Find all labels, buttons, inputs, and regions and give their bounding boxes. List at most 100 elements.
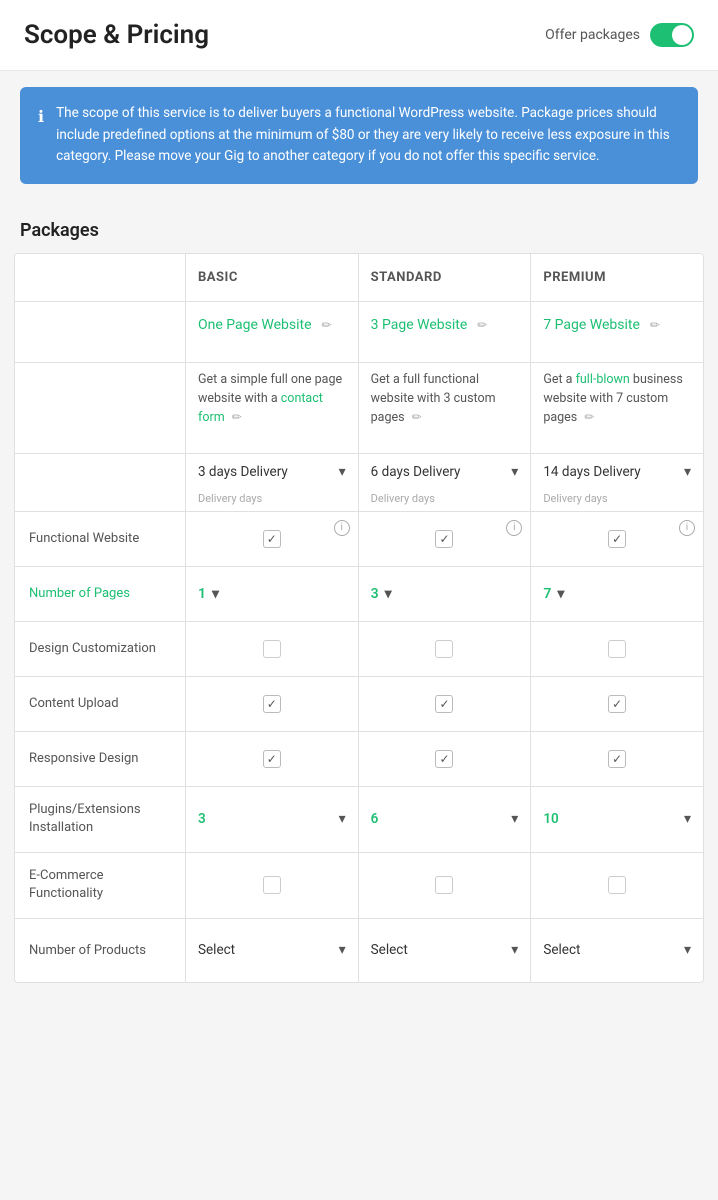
premium-responsive-checkbox[interactable]: [608, 750, 626, 768]
premium-products-chevron[interactable]: ▾: [684, 942, 691, 958]
premium-delivery-chevron[interactable]: ▾: [684, 464, 691, 480]
basic-responsive-cell: [185, 732, 358, 786]
standard-responsive-checkbox[interactable]: [435, 750, 453, 768]
standard-ecommerce-checkbox[interactable]: [435, 876, 453, 894]
number-of-products-row: Number of Products Select ▾ Select ▾ Sel…: [15, 918, 703, 982]
standard-plugins-select[interactable]: 6 ▾: [371, 811, 519, 827]
standard-pages-chevron[interactable]: ▾: [385, 586, 392, 602]
premium-responsive-cell: [530, 732, 703, 786]
delivery-label-empty: [15, 454, 185, 490]
basic-content-checkbox[interactable]: [263, 695, 281, 713]
premium-pages-select[interactable]: 7 ▾: [543, 586, 564, 602]
basic-pages-chevron[interactable]: ▾: [212, 586, 219, 602]
premium-edit-icon[interactable]: ✏: [650, 318, 660, 332]
standard-functional-checkbox[interactable]: [435, 530, 453, 548]
standard-design-cell: [358, 622, 531, 676]
standard-plugins-value: 6: [371, 811, 379, 827]
basic-products-value: Select: [198, 942, 235, 958]
premium-plugins-cell[interactable]: 10 ▾: [530, 787, 703, 852]
premium-plugins-value: 10: [543, 811, 558, 827]
premium-products-select[interactable]: Select ▾: [543, 942, 691, 958]
basic-products-select[interactable]: Select ▾: [198, 942, 346, 958]
basic-desc-edit-icon[interactable]: ✏: [232, 410, 242, 424]
basic-products-cell[interactable]: Select ▾: [185, 919, 358, 982]
standard-products-cell[interactable]: Select ▾: [358, 919, 531, 982]
premium-plugins-chevron[interactable]: ▾: [684, 811, 691, 827]
empty-header-cell: [15, 254, 185, 301]
basic-functional-cell: i: [185, 512, 358, 566]
offer-packages-toggle[interactable]: [650, 23, 694, 47]
premium-plugins-select[interactable]: 10 ▾: [543, 811, 691, 827]
basic-design-cell: [185, 622, 358, 676]
basic-package-name[interactable]: One Page Website: [198, 317, 312, 333]
premium-ecommerce-checkbox[interactable]: [608, 876, 626, 894]
standard-pages-select[interactable]: 3 ▾: [371, 586, 392, 602]
basic-delivery-chevron[interactable]: ▾: [339, 464, 346, 480]
standard-ecommerce-cell: [358, 853, 531, 918]
standard-content-checkbox[interactable]: [435, 695, 453, 713]
basic-plugins-chevron[interactable]: ▾: [339, 811, 346, 827]
premium-package-name[interactable]: 7 Page Website: [543, 317, 640, 333]
delivery-row: 3 days Delivery ▾ 6 days Delivery ▾ 14 d…: [15, 453, 703, 490]
standard-design-checkbox[interactable]: [435, 640, 453, 658]
basic-plugins-cell[interactable]: 3 ▾: [185, 787, 358, 852]
basic-delivery-cell[interactable]: 3 days Delivery ▾: [185, 454, 358, 490]
premium-desc-edit-icon[interactable]: ✏: [584, 410, 594, 424]
premium-pages-chevron[interactable]: ▾: [557, 586, 564, 602]
basic-plugins-value: 3: [198, 811, 206, 827]
premium-content-cell: [530, 677, 703, 731]
functional-website-row: Functional Website i i i: [15, 511, 703, 566]
design-customization-row: Design Customization: [15, 621, 703, 676]
standard-desc-edit-icon[interactable]: ✏: [412, 410, 422, 424]
premium-design-checkbox[interactable]: [608, 640, 626, 658]
basic-functional-checkbox[interactable]: [263, 530, 281, 548]
standard-plugins-chevron[interactable]: ▾: [511, 811, 518, 827]
basic-plugins-select[interactable]: 3 ▾: [198, 811, 346, 827]
standard-edit-icon[interactable]: ✏: [477, 318, 487, 332]
standard-plugins-cell[interactable]: 6 ▾: [358, 787, 531, 852]
packages-table: BASIC STANDARD PREMIUM One Page Website …: [14, 253, 704, 983]
standard-package-name[interactable]: 3 Page Website: [371, 317, 468, 333]
premium-functional-checkbox[interactable]: [608, 530, 626, 548]
basic-pages-cell[interactable]: 1 ▾: [185, 567, 358, 621]
basic-ecommerce-cell: [185, 853, 358, 918]
basic-edit-icon[interactable]: ✏: [322, 318, 332, 332]
basic-responsive-checkbox[interactable]: [263, 750, 281, 768]
standard-functional-info[interactable]: i: [506, 520, 522, 536]
standard-functional-cell: i: [358, 512, 531, 566]
standard-products-select[interactable]: Select ▾: [371, 942, 519, 958]
standard-name-cell: 3 Page Website ✏: [358, 302, 531, 362]
basic-pages-select[interactable]: 1 ▾: [198, 586, 219, 602]
basic-name-cell: One Page Website ✏: [185, 302, 358, 362]
premium-desc: Get a full-blown business website with 7…: [530, 363, 703, 453]
basic-functional-info[interactable]: i: [334, 520, 350, 536]
info-icon: ℹ: [38, 104, 44, 168]
number-of-pages-label: Number of Pages: [15, 567, 185, 621]
standard-content-cell: [358, 677, 531, 731]
premium-functional-info[interactable]: i: [679, 520, 695, 536]
premium-content-checkbox[interactable]: [608, 695, 626, 713]
standard-desc-text: Get a full functional website with 3 cus…: [371, 372, 496, 426]
standard-delivery-cell[interactable]: 6 days Delivery ▾: [358, 454, 531, 490]
basic-products-chevron[interactable]: ▾: [339, 942, 346, 958]
standard-col-header: STANDARD: [358, 254, 531, 301]
standard-pages-value: 3: [371, 586, 379, 602]
standard-delivery-chevron[interactable]: ▾: [511, 464, 518, 480]
basic-desc-text: Get a simple full one page website with …: [198, 372, 342, 426]
standard-products-chevron[interactable]: ▾: [511, 942, 518, 958]
premium-pages-cell[interactable]: 7 ▾: [530, 567, 703, 621]
basic-col-header: BASIC: [185, 254, 358, 301]
package-names-row: One Page Website ✏ 3 Page Website ✏ 7 Pa…: [15, 301, 703, 362]
premium-products-cell[interactable]: Select ▾: [530, 919, 703, 982]
desc-label-empty: [15, 363, 185, 453]
premium-delivery-cell[interactable]: 14 days Delivery ▾: [530, 454, 703, 490]
basic-ecommerce-checkbox[interactable]: [263, 876, 281, 894]
ecommerce-label: E-Commerce Functionality: [15, 853, 185, 918]
basic-design-checkbox[interactable]: [263, 640, 281, 658]
standard-delivery-value: 6 days Delivery: [371, 464, 461, 480]
page-title: Scope & Pricing: [24, 20, 209, 50]
standard-pages-cell[interactable]: 3 ▾: [358, 567, 531, 621]
plugins-label: Plugins/Extensions Installation: [15, 787, 185, 852]
premium-design-cell: [530, 622, 703, 676]
standard-desc: Get a full functional website with 3 cus…: [358, 363, 531, 453]
